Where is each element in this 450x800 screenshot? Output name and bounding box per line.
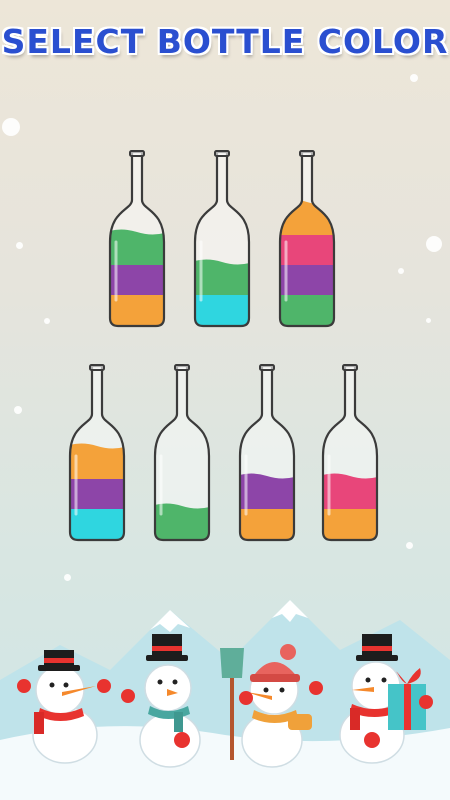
bottle-lip: [259, 364, 275, 371]
snowflake-decoration: [426, 318, 431, 323]
bottle-lip: [129, 150, 145, 157]
snowflake-decoration: [64, 574, 71, 581]
bottle-4[interactable]: [66, 364, 128, 544]
bottle-svg: [108, 150, 166, 328]
snowflake-decoration: [426, 236, 442, 252]
bottle-1[interactable]: [106, 150, 168, 330]
bottle-lip: [342, 364, 358, 371]
snowflake-decoration: [410, 74, 418, 82]
bottle-3[interactable]: [276, 150, 338, 330]
bottle-lip: [174, 364, 190, 371]
liquid-layer-orange: [280, 199, 334, 235]
bottle-6[interactable]: [236, 364, 298, 544]
winter-scene: [0, 600, 450, 800]
bottle-svg: [278, 150, 336, 328]
bottle-svg: [238, 364, 296, 542]
bottle-lip: [89, 364, 105, 371]
bottle-svg: [193, 150, 251, 328]
snowflake-decoration: [44, 318, 50, 324]
bottle-lip: [299, 150, 315, 157]
bottle-svg: [153, 364, 211, 542]
bottle-7[interactable]: [319, 364, 381, 544]
snowflake-decoration: [398, 268, 404, 274]
snowflake-decoration: [14, 406, 22, 414]
bottle-svg: [321, 364, 379, 542]
bottle-2[interactable]: [191, 150, 253, 330]
snowflake-decoration: [2, 118, 20, 136]
bottle-svg: [68, 364, 126, 542]
snowflake-decoration: [16, 242, 23, 249]
snowflake-decoration: [406, 542, 413, 549]
page-title: SELECT BOTTLE COLOR: [1, 22, 449, 61]
bottle-lip: [214, 150, 230, 157]
bottle-5[interactable]: [151, 364, 213, 544]
